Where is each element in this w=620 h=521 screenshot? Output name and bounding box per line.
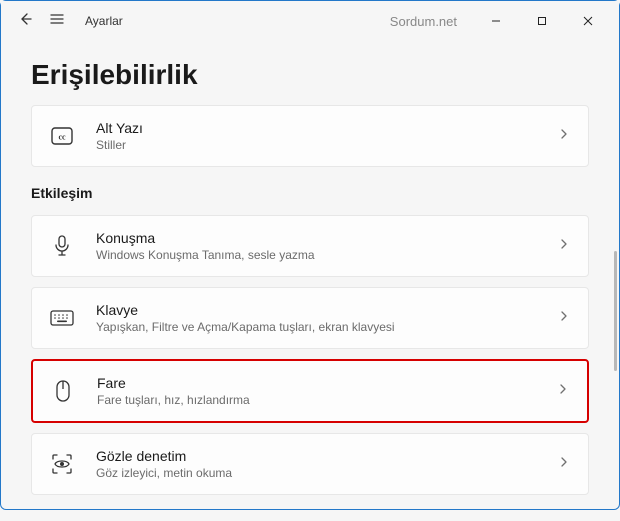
card-subtitle: Windows Konuşma Tanıma, sesle yazma: [96, 248, 558, 262]
chevron-right-icon: [558, 309, 570, 327]
card-subtitle: Göz izleyici, metin okuma: [96, 466, 558, 480]
app-title: Ayarlar: [85, 14, 123, 28]
minimize-button[interactable]: [473, 5, 519, 37]
nav-icons: [9, 11, 65, 32]
section-header: Etkileşim: [31, 185, 589, 201]
card-subtitle: Yapışkan, Filtre ve Açma/Kapama tuşları,…: [96, 320, 558, 334]
content-area: cc Alt Yazı Stiller Etkileşim Konuşma Wi…: [1, 105, 619, 521]
close-button[interactable]: [565, 5, 611, 37]
cc-icon: cc: [46, 127, 78, 145]
card-title: Fare: [97, 375, 557, 391]
window-controls: [473, 5, 611, 37]
chevron-right-icon: [558, 127, 570, 145]
page-title: Erişilebilirlik: [1, 41, 619, 105]
chevron-right-icon: [557, 382, 569, 400]
keyboard-icon: [46, 310, 78, 326]
card-subtitle: Fare tuşları, hız, hızlandırma: [97, 393, 557, 407]
card-mouse[interactable]: Fare Fare tuşları, hız, hızlandırma: [31, 359, 589, 423]
back-icon[interactable]: [17, 11, 33, 32]
card-keyboard[interactable]: Klavye Yapışkan, Filtre ve Açma/Kapama t…: [31, 287, 589, 349]
card-title: Konuşma: [96, 230, 558, 246]
card-subtitles[interactable]: cc Alt Yazı Stiller: [31, 105, 589, 167]
chevron-right-icon: [558, 455, 570, 473]
svg-text:cc: cc: [58, 133, 66, 142]
card-title: Gözle denetim: [96, 448, 558, 464]
scrollbar[interactable]: [614, 251, 617, 371]
hamburger-icon[interactable]: [49, 11, 65, 32]
mouse-icon: [47, 380, 79, 402]
chevron-right-icon: [558, 237, 570, 255]
card-subtitle: Stiller: [96, 138, 558, 152]
card-speech[interactable]: Konuşma Windows Konuşma Tanıma, sesle ya…: [31, 215, 589, 277]
card-title: Alt Yazı: [96, 120, 558, 136]
microphone-icon: [46, 235, 78, 257]
card-title: Klavye: [96, 302, 558, 318]
eye-scan-icon: [46, 453, 78, 475]
card-eye-control[interactable]: Gözle denetim Göz izleyici, metin okuma: [31, 433, 589, 495]
maximize-button[interactable]: [519, 5, 565, 37]
watermark: Sordum.net: [390, 14, 457, 29]
titlebar: Ayarlar Sordum.net: [1, 1, 619, 41]
